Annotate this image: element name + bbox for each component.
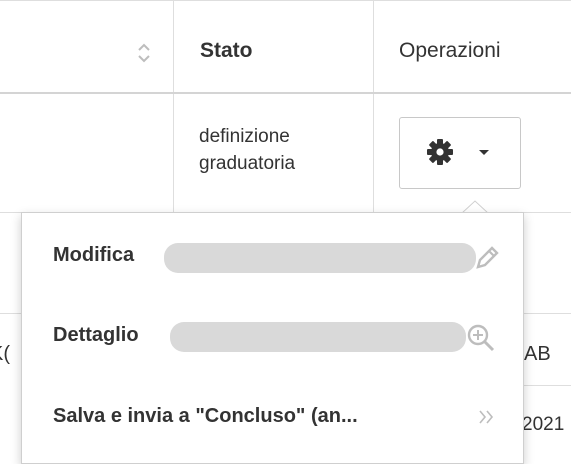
redacted-text (170, 322, 466, 352)
background-row-border (0, 313, 22, 314)
redacted-text (164, 243, 476, 273)
pencil-icon (476, 246, 499, 269)
background-row-border-right (522, 313, 571, 314)
menu-item-label: Modifica (53, 244, 135, 266)
menu-item-modifica[interactable]: Modifica (22, 227, 523, 283)
menu-item-label: Dettaglio (53, 324, 139, 346)
column-header-stato[interactable]: Stato (200, 39, 253, 63)
header-bottom-border (0, 92, 571, 94)
sort-icon[interactable] (137, 41, 151, 65)
operations-dropdown-button[interactable] (399, 117, 521, 189)
menu-item-dettaglio[interactable]: Dettaglio (22, 307, 523, 363)
stato-value-line1: definizione (199, 126, 290, 147)
header-col-divider-2 (373, 0, 374, 212)
zoom-in-icon (467, 324, 495, 352)
background-cell-fragment-left: K( (0, 343, 10, 365)
header-top-border (0, 0, 571, 1)
menu-item-label: Salva e invia a "Concluso" (an... (53, 405, 358, 427)
gear-icon (427, 139, 453, 165)
double-chevron-right-icon (479, 410, 494, 424)
background-cell-fragment-right: AB (524, 343, 551, 365)
operations-dropdown-menu: Modifica Dettaglio Salva e invia a "Conc… (21, 212, 524, 464)
caret-down-icon (479, 150, 489, 155)
background-year-fragment: 2021 (522, 414, 565, 435)
stato-value-line2: graduatoria (199, 153, 296, 174)
background-row-border-2 (522, 385, 571, 386)
menu-item-salva-e-invia[interactable]: Salva e invia a "Concluso" (an... (22, 389, 523, 445)
column-header-operazioni: Operazioni (399, 39, 501, 62)
